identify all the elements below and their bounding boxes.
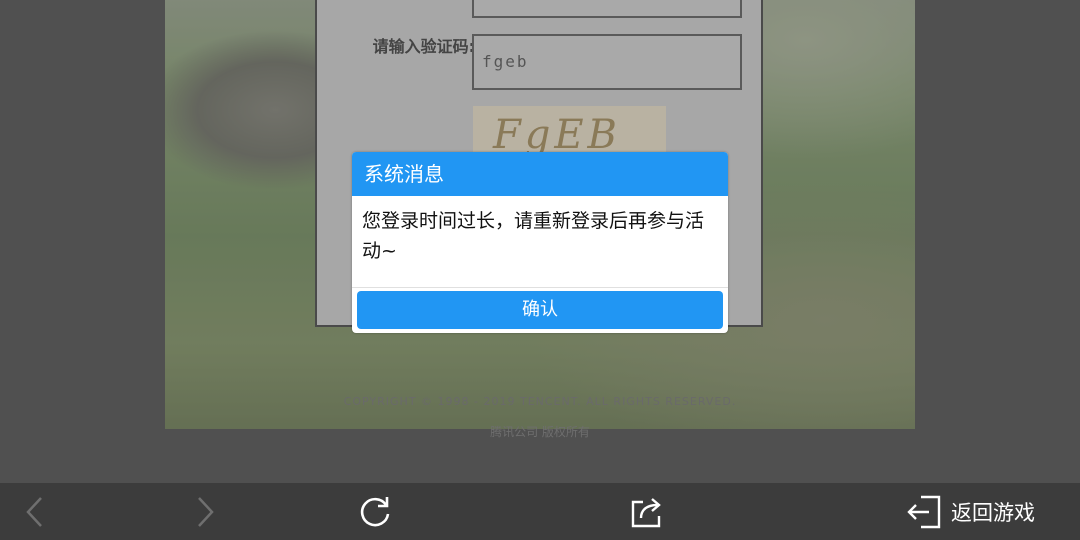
back-button[interactable] [14,483,56,540]
confirm-button[interactable]: 确认 [357,291,723,329]
dialog-title: 系统消息 [352,152,728,196]
share-button[interactable] [624,483,670,540]
bottom-toolbar: 返回游戏 [0,483,1080,540]
forward-button[interactable] [184,483,226,540]
refresh-button[interactable] [352,483,398,540]
refresh-icon [360,496,390,526]
return-to-game-label: 返回游戏 [951,500,1035,525]
exit-icon [907,495,941,528]
chevron-right-icon [198,496,214,527]
company-text: 腾讯公司 版权所有 [490,425,590,439]
dialog-message: 您登录时间过长，请重新登录后再参与活动~ [352,196,728,288]
copyright-text: COPYRIGHT © 1998 - 2019 TENCENT. ALL RIG… [343,395,737,408]
return-to-game-button[interactable]: 返回游戏 [905,483,1070,540]
share-icon [631,497,661,527]
account-input[interactable] [472,0,742,18]
system-message-dialog: 系统消息 您登录时间过长，请重新登录后再参与活动~ 确认 [352,152,728,333]
chevron-left-icon [26,496,42,527]
captcha-input[interactable]: fgeb [472,34,742,90]
captcha-label: 请输入验证码: [372,37,475,56]
